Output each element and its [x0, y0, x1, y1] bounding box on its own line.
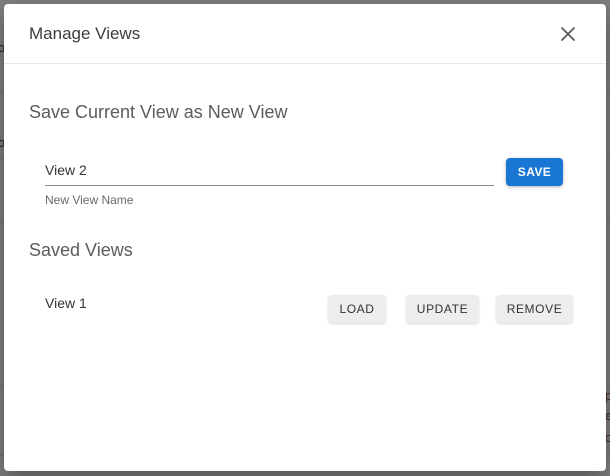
- save-button[interactable]: SAVE: [506, 158, 563, 186]
- manage-views-dialog: Manage Views Save Current View as New Vi…: [4, 4, 606, 471]
- saved-view-name: View 1: [45, 295, 87, 311]
- remove-button[interactable]: REMOVE: [496, 295, 573, 323]
- save-section-title: Save Current View as New View: [29, 102, 288, 122]
- view-name-field: New View Name: [45, 154, 494, 207]
- load-button[interactable]: LOAD: [328, 295, 386, 323]
- dialog-header: Manage Views: [4, 4, 606, 64]
- dialog-title: Manage Views: [29, 23, 141, 43]
- close-icon: [561, 26, 575, 41]
- saved-views-title: Saved Views: [29, 240, 133, 260]
- close-button[interactable]: [556, 22, 580, 46]
- view-name-input[interactable]: [45, 154, 494, 186]
- update-button[interactable]: UPDATE: [406, 295, 479, 323]
- view-name-helper: New View Name: [45, 193, 134, 207]
